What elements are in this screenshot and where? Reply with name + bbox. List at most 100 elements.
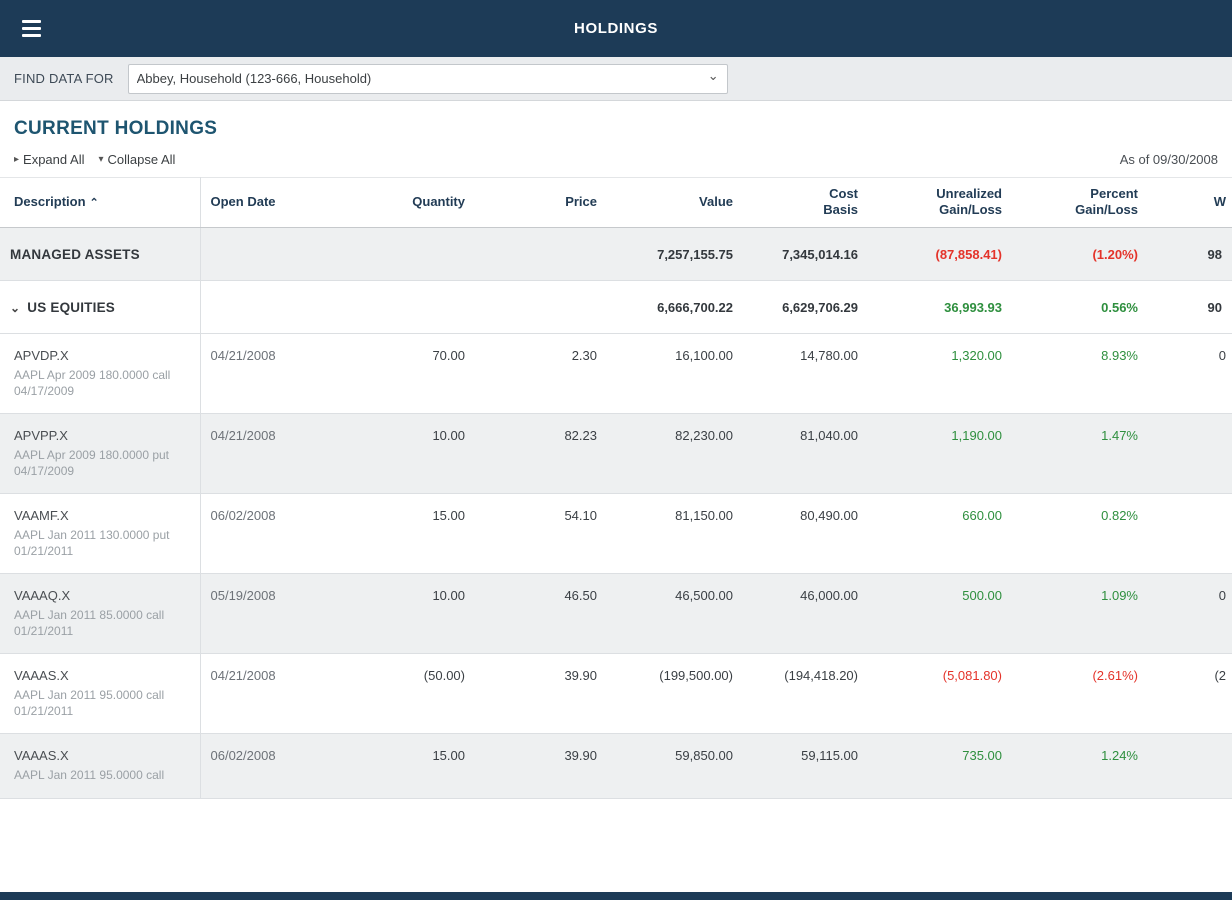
table-row: VAAAQ.X AAPL Jan 2011 85.0000 call 01/21… [0,574,1232,654]
header-cost-basis[interactable]: Cost Basis [743,178,868,228]
quantity-cell: (50.00) [335,654,475,734]
empty-cell [475,281,607,334]
weight-cell: 0 [1148,334,1232,414]
table-row: VAAMF.X AAPL Jan 2011 130.0000 put 01/21… [0,494,1232,574]
value-cell: 59,850.00 [607,734,743,799]
holding-description: AAPL Apr 2009 180.0000 call [14,368,174,384]
holding-description-cell: APVDP.X AAPL Apr 2009 180.0000 call 04/1… [0,334,200,414]
holding-description-cell: VAAAS.X AAPL Jan 2011 95.0000 call [0,734,200,799]
header-unrealized-line1: Unrealized [878,186,1002,202]
holding-expiry: 01/21/2011 [14,624,174,640]
open-date-cell: 04/21/2008 [200,414,335,494]
expand-all-label: Expand All [23,152,84,167]
header-percent-gain-loss[interactable]: Percent Gain/Loss [1012,178,1148,228]
as-of-date: As of 09/30/2008 [1120,152,1218,167]
header-description[interactable]: Description⌃ [0,178,200,228]
expand-all-link[interactable]: ▸ Expand All [14,152,84,167]
weight-cell [1148,414,1232,494]
weight-cell: (2 [1148,654,1232,734]
summary-name: MANAGED ASSETS [0,228,200,281]
cost-basis-cell: 59,115.00 [743,734,868,799]
open-date-cell: 06/02/2008 [200,494,335,574]
holding-description-cell: APVPP.X AAPL Apr 2009 180.0000 put 04/17… [0,414,200,494]
tools-row: ▸ Expand All ▾ Collapse All As of 09/30/… [14,152,1218,167]
group-name: US EQUITIES [27,300,115,315]
cost-basis-cell: 46,000.00 [743,574,868,654]
collapse-chevron-icon[interactable]: ⌄ [10,301,20,315]
holding-expiry: 04/17/2009 [14,384,174,400]
open-date-cell: 05/19/2008 [200,574,335,654]
header-cost-line1: Cost [753,186,858,202]
summary-percent: (1.20%) [1012,228,1148,281]
collapse-all-label: Collapse All [108,152,176,167]
app-bar: HOLDINGS [0,0,1232,57]
header-open-date[interactable]: Open Date [200,178,335,228]
holding-description: AAPL Jan 2011 95.0000 call [14,688,174,704]
weight-cell [1148,734,1232,799]
weight-cell [1148,494,1232,574]
holding-symbol: VAAAS.X [14,748,190,763]
cost-basis-cell: 80,490.00 [743,494,868,574]
header-unrealized-gain-loss[interactable]: Unrealized Gain/Loss [868,178,1012,228]
holding-description: AAPL Jan 2011 130.0000 put [14,528,174,544]
header-price[interactable]: Price [475,178,607,228]
header-value[interactable]: Value [607,178,743,228]
value-cell: (199,500.00) [607,654,743,734]
quantity-cell: 15.00 [335,734,475,799]
value-cell: 81,150.00 [607,494,743,574]
unrealized-cell: (5,081.80) [868,654,1012,734]
header-percent-line2: Gain/Loss [1022,202,1138,218]
weight-cell: 0 [1148,574,1232,654]
value-cell: 16,100.00 [607,334,743,414]
household-select-wrap: Abbey, Household (123-666, Household) ⌄ [128,64,728,94]
percent-cell: 8.93% [1012,334,1148,414]
holding-expiry: 01/21/2011 [14,704,174,720]
unrealized-cell: 500.00 [868,574,1012,654]
page-title: CURRENT HOLDINGS [14,118,1218,140]
holding-expiry: 04/17/2009 [14,464,174,480]
percent-cell: (2.61%) [1012,654,1148,734]
price-cell: 39.90 [475,734,607,799]
empty-cell [200,281,335,334]
bottom-bar [0,892,1232,900]
holding-description: AAPL Apr 2009 180.0000 put [14,448,174,464]
quantity-cell: 15.00 [335,494,475,574]
quantity-cell: 10.00 [335,574,475,654]
group-cost-basis: 6,629,706.29 [743,281,868,334]
table-row: VAAAS.X AAPL Jan 2011 95.0000 call 01/21… [0,654,1232,734]
summary-value: 7,257,155.75 [607,228,743,281]
percent-cell: 1.47% [1012,414,1148,494]
open-date-cell: 04/21/2008 [200,334,335,414]
group-percent: 0.56% [1012,281,1148,334]
summary-row-managed-assets: MANAGED ASSETS 7,257,155.75 7,345,014.16… [0,228,1232,281]
unrealized-cell: 1,320.00 [868,334,1012,414]
holding-description: AAPL Jan 2011 85.0000 call [14,608,174,624]
header-weight[interactable]: W [1148,178,1232,228]
group-unrealized: 36,993.93 [868,281,1012,334]
quantity-cell: 70.00 [335,334,475,414]
group-value: 6,666,700.22 [607,281,743,334]
collapse-all-link[interactable]: ▾ Collapse All [98,152,175,167]
group-row-us-equities[interactable]: ⌄ US EQUITIES 6,666,700.22 6,629,706.29 3… [0,281,1232,334]
holding-description-cell: VAAAQ.X AAPL Jan 2011 85.0000 call 01/21… [0,574,200,654]
open-date-cell: 04/21/2008 [200,654,335,734]
summary-cost-basis: 7,345,014.16 [743,228,868,281]
group-weight: 90 [1148,281,1232,334]
holding-symbol: VAAMF.X [14,508,190,523]
cost-basis-cell: (194,418.20) [743,654,868,734]
percent-cell: 0.82% [1012,494,1148,574]
summary-weight: 98 [1148,228,1232,281]
find-data-label: FIND DATA FOR [14,71,114,86]
holding-symbol: APVDP.X [14,348,190,363]
unrealized-cell: 735.00 [868,734,1012,799]
open-date-cell: 06/02/2008 [200,734,335,799]
empty-cell [335,228,475,281]
unrealized-cell: 660.00 [868,494,1012,574]
household-select[interactable]: Abbey, Household (123-666, Household) [128,64,728,94]
group-name-cell[interactable]: ⌄ US EQUITIES [0,281,200,334]
percent-cell: 1.24% [1012,734,1148,799]
summary-unrealized: (87,858.41) [868,228,1012,281]
empty-cell [335,281,475,334]
header-quantity[interactable]: Quantity [335,178,475,228]
empty-cell [200,228,335,281]
